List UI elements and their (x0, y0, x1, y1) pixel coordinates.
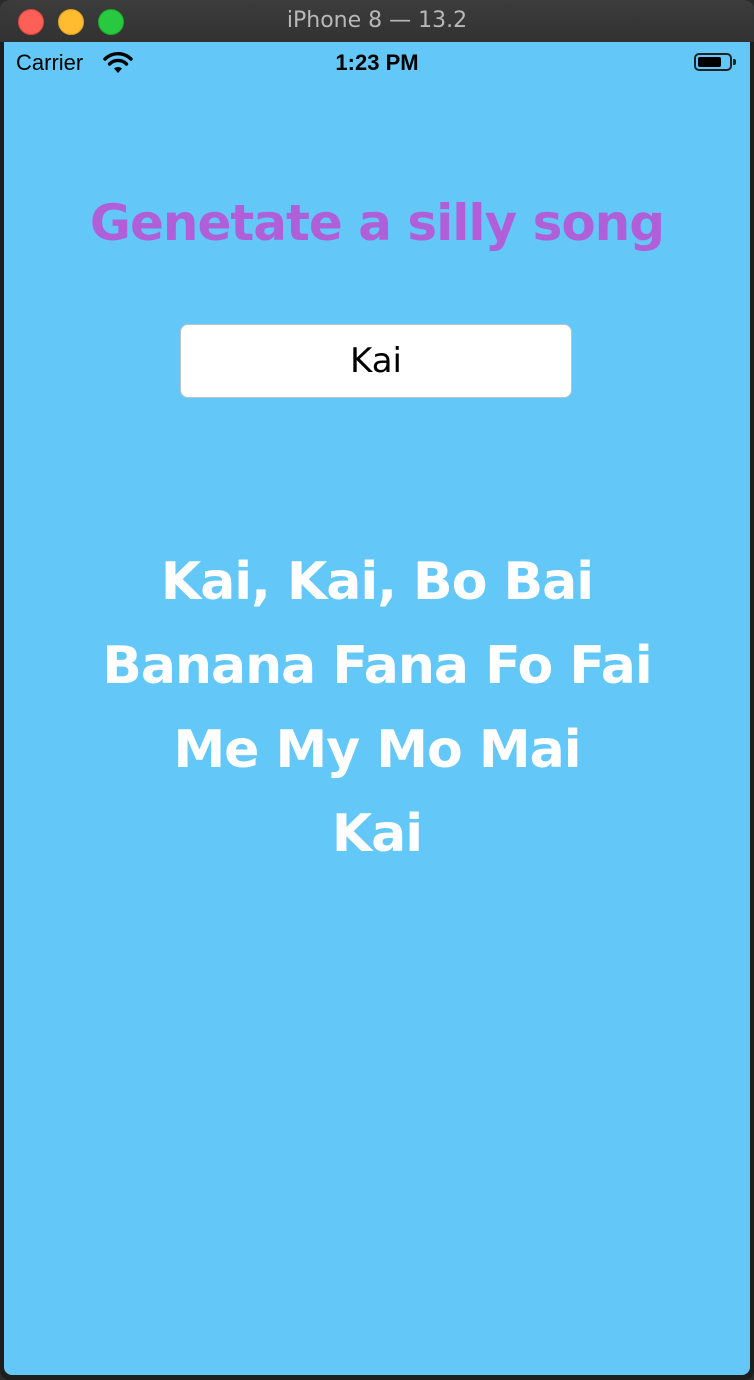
name-input[interactable] (180, 324, 572, 398)
page-title: Genetate a silly song (89, 194, 665, 252)
battery-level-fill (698, 57, 721, 67)
battery-icon (694, 53, 732, 71)
window-title: iPhone 8 — 13.2 (286, 8, 468, 33)
device-screen: Carrier 1:23 PM Genetate a silly song Ka… (4, 42, 750, 1375)
title-bar[interactable]: iPhone 8 — 13.2 (0, 0, 754, 43)
simulator-window: iPhone 8 — 13.2 Carrier 1:23 PM Genetate… (0, 0, 754, 1380)
clock-label: 1:23 PM (335, 50, 419, 75)
song-line: Banana Fana Fo Fai (102, 636, 652, 696)
status-bar: Carrier 1:23 PM (4, 42, 750, 84)
battery-tip (733, 59, 736, 65)
song-line: Me My Mo Mai (173, 720, 581, 780)
song-line: Kai (331, 804, 423, 864)
song-line: Kai, Kai, Bo Bai (160, 552, 594, 612)
song-lyrics: Kai, Kai, Bo Bai Banana Fana Fo Fai Me M… (4, 540, 750, 876)
